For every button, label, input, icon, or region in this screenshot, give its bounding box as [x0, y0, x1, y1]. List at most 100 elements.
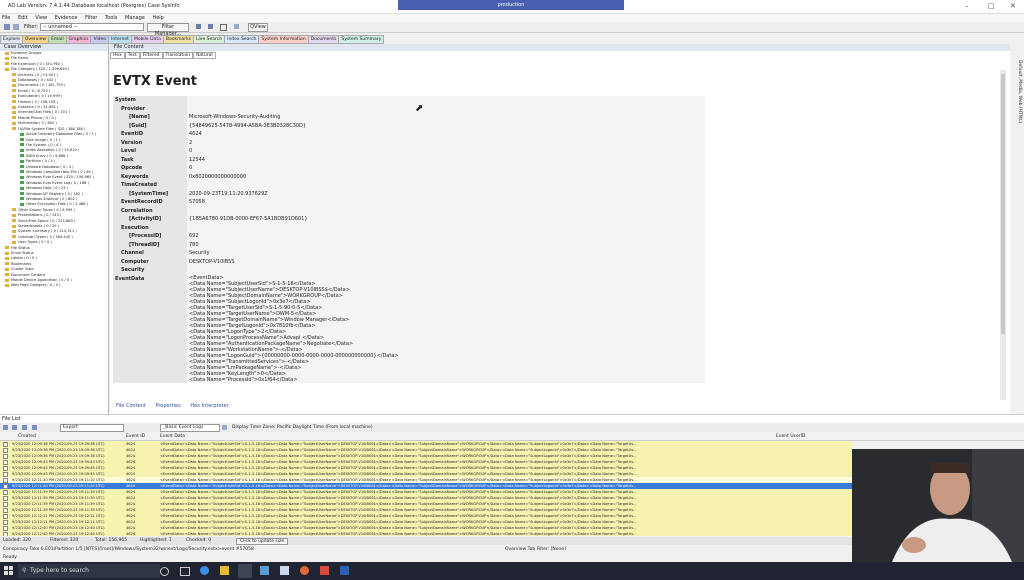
property-key: Correlation	[113, 206, 187, 215]
col-created[interactable]: Created	[18, 434, 36, 439]
folder-icon	[20, 202, 24, 206]
app-icon[interactable]	[340, 566, 349, 575]
column-template-select[interactable]: _Basic Event Logs	[160, 424, 220, 432]
update-size-button[interactable]: Click to update size	[236, 538, 289, 545]
tree-item-label: Cluster Topic	[11, 267, 34, 272]
event-data-row: EventData <EventData> <Data Name="SubjectU…	[113, 274, 705, 383]
menu-view[interactable]: View	[33, 14, 51, 21]
tab-video[interactable]: Video	[90, 35, 110, 44]
tree-item-label: Email Status	[11, 251, 34, 256]
tree-item-label: Windows Evtx Event Log ( 0 / 168 )	[26, 180, 89, 185]
folder-icon	[5, 262, 9, 266]
tab-hex-interpreter[interactable]: Hex Interpreter	[190, 403, 228, 409]
checkbox-icon[interactable]	[220, 24, 227, 31]
firefox-icon[interactable]	[300, 566, 309, 575]
qview-button[interactable]: QView	[248, 23, 268, 32]
app-icon[interactable]	[320, 566, 329, 575]
property-key: Version	[113, 138, 187, 147]
content-scrollbar[interactable]	[1000, 70, 1006, 400]
view-tab-filtered[interactable]: Filtered	[139, 52, 163, 59]
toolbar-icon[interactable]	[3, 425, 8, 430]
overview-filter-text: Overview Tab Filter: [None]	[505, 547, 566, 552]
menu-file[interactable]: File	[0, 14, 14, 21]
tree-item[interactable]: Web Page Category ( 0 / 0 )	[0, 283, 108, 288]
property-value: DESKTOP-V10IBSS	[187, 257, 705, 266]
col-event-userid[interactable]: Event UserID	[776, 434, 805, 439]
app-icon[interactable]	[238, 564, 252, 578]
task-view-icon[interactable]	[180, 567, 190, 576]
view-tab-text[interactable]: Text	[124, 52, 140, 59]
menu-filter[interactable]: Filter	[83, 14, 101, 21]
tab-file-content[interactable]: File Content	[116, 403, 146, 409]
filter-select[interactable]: -- unnamed --	[40, 23, 144, 31]
menu-manage[interactable]: Manage	[123, 14, 149, 21]
property-key: EventData	[113, 274, 187, 383]
view-tab-hex[interactable]: Hex	[110, 52, 125, 59]
toolbar-icon[interactable]	[32, 425, 37, 430]
property-key: Security	[113, 266, 187, 275]
tab-email[interactable]: Email	[48, 35, 67, 44]
toolbar-icon[interactable]	[4, 24, 10, 30]
filter-manager-button[interactable]: Filter Manager...	[147, 23, 189, 37]
windows-start-icon[interactable]	[4, 566, 13, 575]
column-settings-icon[interactable]	[222, 425, 227, 430]
tab-live-search[interactable]: Live Search	[193, 35, 226, 44]
folder-icon	[20, 170, 24, 174]
menu-tools[interactable]: Tools	[103, 14, 121, 21]
app-icon[interactable]	[280, 566, 289, 575]
menu-help[interactable]: Help	[150, 14, 167, 21]
property-row: [ActivityID] {1B5A6780-91DB-0000-EF67-5A1…	[113, 215, 705, 224]
row-checkbox[interactable]	[3, 532, 8, 536]
property-value: 57058	[187, 198, 705, 207]
taskbar-search-input[interactable]: Type here to search	[18, 564, 160, 578]
tab-explore[interactable]: Explore	[0, 35, 23, 44]
scrollbar-thumb[interactable]	[1001, 74, 1005, 334]
menu-edit[interactable]: Edit	[16, 14, 32, 21]
columns-icon[interactable]	[208, 24, 213, 29]
export-select[interactable]: Export	[60, 424, 124, 432]
tree-item-label: Other Encryption Files ( 0 / 2,466 )	[26, 202, 88, 207]
tab-documents[interactable]: Documents	[307, 35, 340, 44]
tab-system-summary[interactable]: System Summary	[338, 35, 385, 44]
filter-icon[interactable]	[196, 24, 201, 29]
close-icon[interactable]: ✕	[1010, 2, 1016, 10]
menu-evidence[interactable]: Evidence	[53, 14, 82, 21]
minimize-icon[interactable]: –	[965, 2, 969, 10]
toolbar-icon[interactable]	[13, 24, 19, 30]
tab-system-information[interactable]: System Information	[258, 35, 309, 44]
tab-properties[interactable]: Properties	[155, 403, 180, 409]
folder-icon	[12, 78, 16, 82]
tree-item-label: Spreadsheets ( 0 / 29 )	[18, 224, 60, 228]
tab-mobile-data[interactable]: Mobile Data	[130, 35, 164, 44]
status-loaded: Loaded: 320	[3, 538, 31, 543]
table-row[interactable]: 9/23/2020 12:12:40 PM (2020-09-23 19:12:…	[0, 531, 852, 536]
property-value: Security	[187, 249, 705, 258]
tab-graphics[interactable]: Graphics	[65, 35, 92, 44]
folder-icon	[20, 143, 24, 147]
property-value: 4624	[187, 130, 705, 139]
tree-item-label: Folders ( 0 / 108,155 )	[18, 99, 58, 104]
tree-item-label: Windows Compiled Help File ( 0 / 46 )	[26, 169, 94, 174]
property-value: 0	[187, 147, 705, 156]
maximize-icon[interactable]: □	[988, 2, 995, 10]
tab-overview[interactable]: Overview	[21, 35, 50, 44]
edge-icon[interactable]	[200, 566, 209, 575]
settings-icon[interactable]	[234, 24, 239, 29]
col-event-id[interactable]: Event ID	[126, 434, 145, 439]
cortana-icon[interactable]	[160, 567, 169, 576]
toolbar-icon[interactable]	[12, 425, 17, 430]
view-tab-natural[interactable]: Natural	[193, 52, 216, 59]
tree-item-label: Active Directory Database Files ( 0 / 1 …	[26, 132, 97, 137]
tab-bookmarks[interactable]: Bookmarks	[162, 35, 195, 44]
folder-icon	[12, 121, 16, 125]
toolbar-icon[interactable]	[22, 425, 27, 430]
app-icon[interactable]	[260, 566, 269, 575]
main-toolbar: Filter: -- unnamed -- Filter Manager... …	[0, 22, 1024, 37]
tab-internet[interactable]: Internet	[108, 35, 132, 44]
view-tab-translation[interactable]: Translation	[162, 52, 194, 59]
cell-event-id: 4624	[126, 532, 136, 536]
file-explorer-icon[interactable]	[220, 566, 229, 575]
tab-index-search[interactable]: Index Search	[224, 35, 260, 44]
col-event-data[interactable]: Event Data	[160, 434, 185, 439]
file-list-toolbar: Export _Basic Event Logs Display Time Zo…	[0, 423, 1024, 432]
